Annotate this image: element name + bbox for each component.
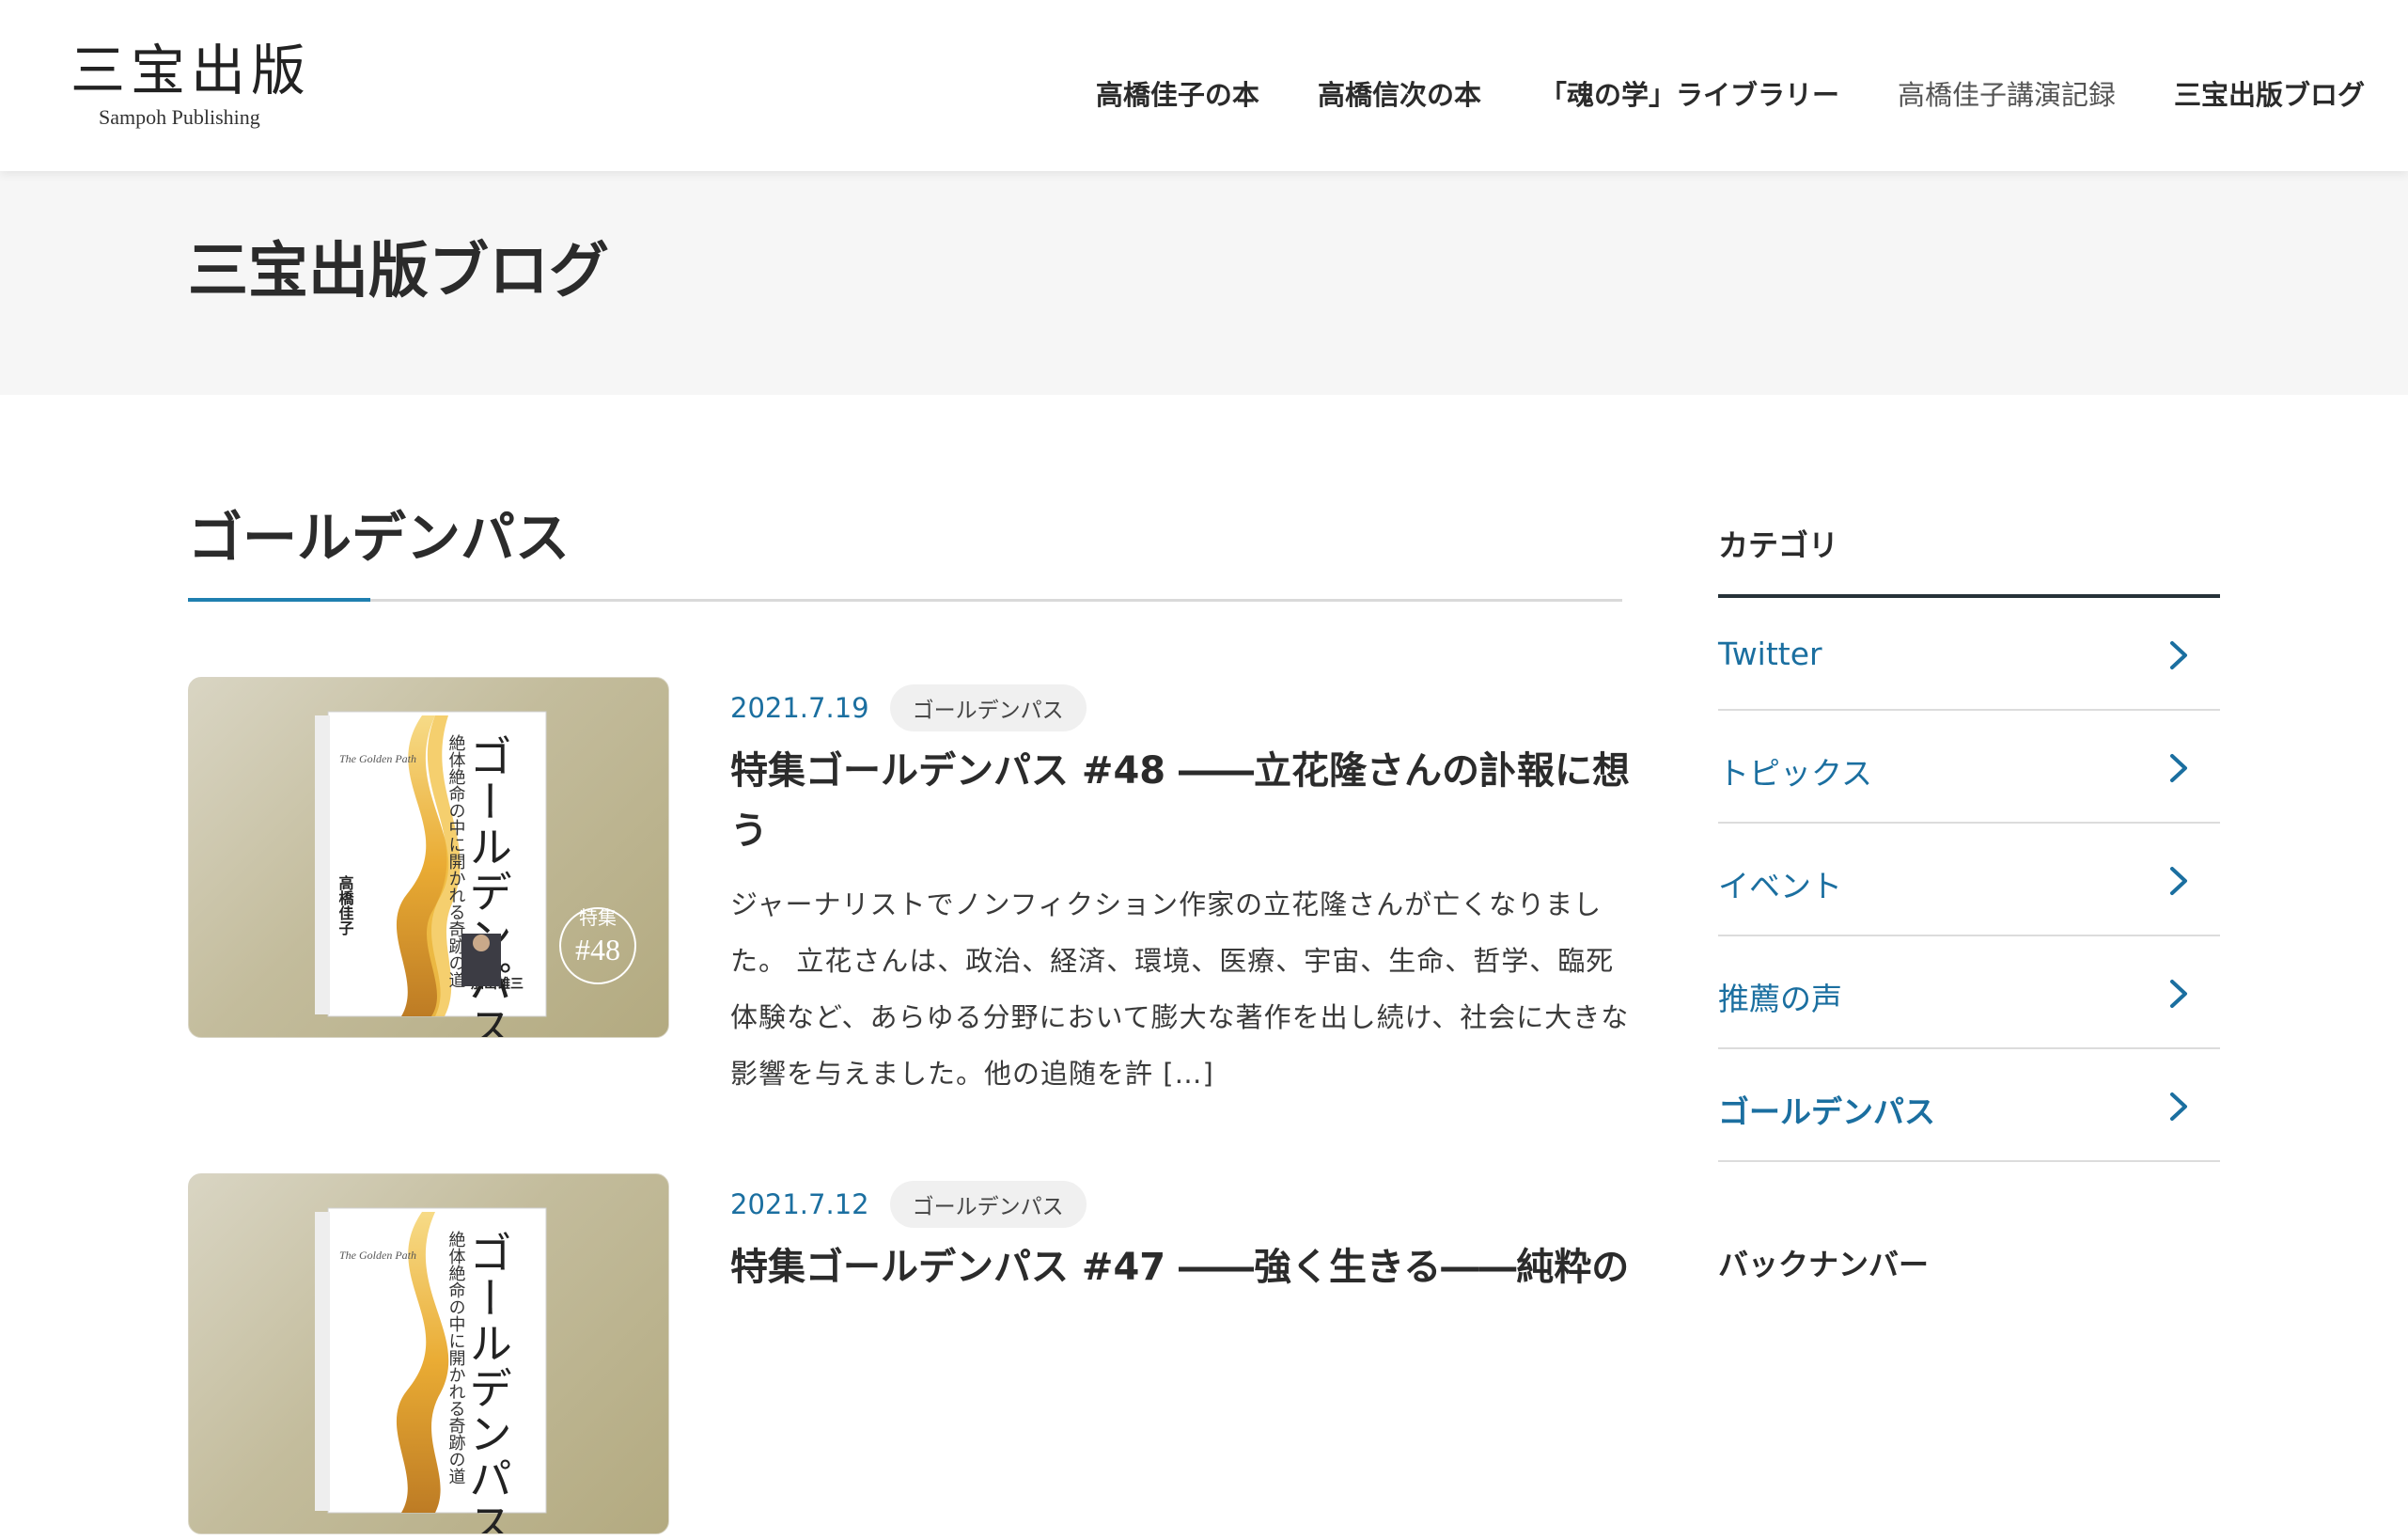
category-item-twitter[interactable]: Twitter	[1718, 598, 2220, 711]
book-title-vertical: ゴールデンパス	[462, 1231, 513, 1534]
nav-lecture-records[interactable]: 高橋佳子講演記録	[1898, 73, 2116, 113]
book-english-title: The Golden Path	[339, 1249, 416, 1262]
page-title-band: 三宝出版ブログ	[0, 171, 2408, 395]
book-english-title: The Golden Path	[339, 752, 416, 765]
logo-english: Sampoh Publishing	[99, 105, 260, 129]
post-meta: 2021.7.12 ゴールデンパス	[730, 1181, 1087, 1228]
post-date: 2021.7.19	[730, 692, 869, 724]
heading-accent-bar	[188, 598, 370, 602]
category-item-topics[interactable]: トピックス	[1718, 711, 2220, 824]
category-heading: ゴールデンパス	[188, 506, 571, 570]
post-thumbnail[interactable]: ゴールデンパス 絶体絶命の中に開かれる奇跡の道 The Golden Path	[188, 1173, 669, 1534]
badge-number: #48	[575, 933, 620, 966]
chevron-right-icon	[2170, 641, 2187, 669]
category-item-golden-path[interactable]: ゴールデンパス	[1718, 1049, 2220, 1162]
category-item-events[interactable]: イベント	[1718, 824, 2220, 936]
heading-divider	[188, 599, 1622, 602]
site-logo[interactable]: 三宝出版 Sampoh Publishing	[70, 38, 315, 130]
logo-japanese: 三宝出版	[70, 39, 312, 102]
category-label: Twitter	[1718, 636, 1822, 672]
sidebar-backnumber-heading: バックナンバー	[1718, 1247, 1930, 1282]
book-subtitle-vertical: 絶体絶命の中に開かれる奇跡の道	[446, 1231, 466, 1485]
sidebar-category-heading: カテゴリ	[1718, 527, 1839, 563]
post-category-tag[interactable]: ゴールデンパス	[889, 684, 1087, 731]
category-item-recommendations[interactable]: 推薦の声	[1718, 936, 2220, 1049]
category-label: ゴールデンパス	[1718, 1093, 1935, 1130]
post-excerpt: ジャーナリストでノンフィクション作家の立花隆さんが亡くなりました。 立花さんは、…	[730, 888, 1630, 1090]
post-thumbnail[interactable]: ゴールデンパス 絶体絶命の中に開かれる奇跡の道 The Golden Path …	[188, 677, 669, 1038]
category-list: Twitter トピックス イベント 推薦の声 ゴールデンパス	[1718, 598, 2220, 1162]
post-card[interactable]: ゴールデンパス 絶体絶命の中に開かれる奇跡の道 The Golden Path …	[188, 1173, 1629, 1540]
main-nav: 高橋佳子の本 高橋信次の本 「魂の学」ライブラリー 高橋佳子講演記録 三宝出版ブ…	[1038, 73, 2365, 113]
chevron-right-icon	[2170, 754, 2187, 782]
category-label: イベント	[1718, 868, 1842, 904]
nav-takahashi-keiko-books[interactable]: 高橋佳子の本	[1096, 73, 1259, 113]
book-author: 高橋佳子	[336, 874, 354, 936]
book-title-vertical: ゴールデンパス	[462, 734, 513, 1038]
post-category-tag[interactable]: ゴールデンパス	[889, 1181, 1087, 1228]
badge-label: 特集	[579, 906, 617, 929]
chevron-right-icon	[2170, 867, 2187, 895]
chevron-right-icon	[2170, 1092, 2187, 1121]
site-header: 三宝出版 Sampoh Publishing 高橋佳子の本 高橋信次の本 「魂の…	[0, 0, 2408, 171]
post-card[interactable]: ゴールデンパス 絶体絶命の中に開かれる奇跡の道 The Golden Path …	[188, 677, 1630, 1090]
nav-takahashi-shinji-books[interactable]: 高橋信次の本	[1318, 73, 1481, 113]
nav-blog[interactable]: 三宝出版ブログ	[2174, 73, 2365, 113]
post-meta: 2021.7.19 ゴールデンパス	[730, 684, 1087, 731]
post-date: 2021.7.12	[730, 1188, 869, 1220]
post-title[interactable]: 特集ゴールデンパス #48 ――立花隆さんの訃報に想う	[730, 741, 1633, 861]
category-label: 推薦の声	[1718, 981, 1842, 1017]
post-title[interactable]: 特集ゴールデンパス #47 ――強く生きる――純粋の	[730, 1237, 1633, 1297]
category-label: トピックス	[1718, 755, 1873, 792]
page-title: 三宝出版ブログ	[188, 237, 609, 306]
nav-tamashii-library[interactable]: 「魂の学」ライブラリー	[1540, 73, 1839, 113]
chevron-right-icon	[2170, 980, 2187, 1008]
